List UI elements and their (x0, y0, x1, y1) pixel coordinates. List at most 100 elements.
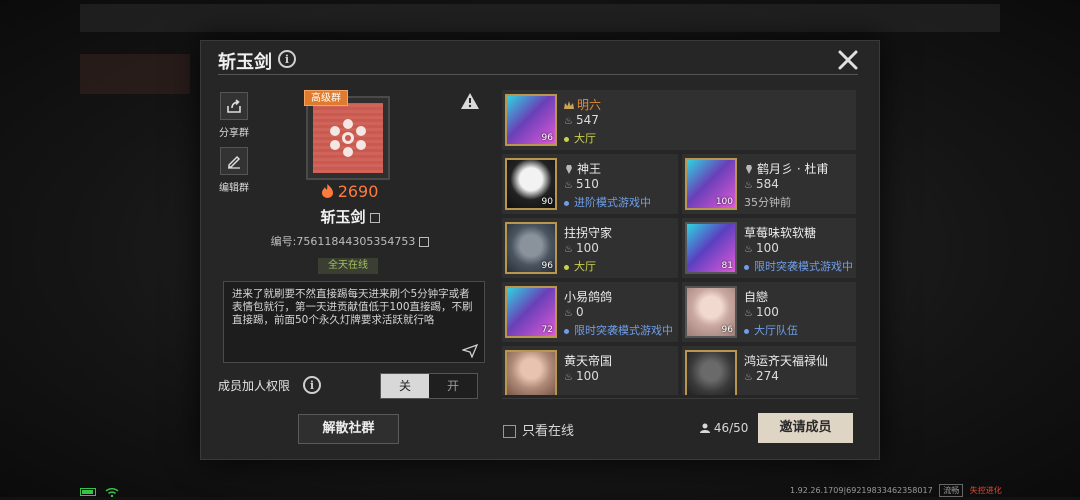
member-card[interactable]: 81 草莓味软软糖 ♨ 100 限时突袭模式游戏中 (682, 218, 856, 278)
member-card[interactable]: 90 神王 ♨ 510 进阶模式游戏中 (502, 154, 678, 214)
member-name: 自戀 (744, 290, 769, 304)
group-heat: 2690 (300, 182, 400, 201)
close-button[interactable] (836, 48, 860, 72)
dialog-title: 斩玉剑 (218, 52, 272, 73)
share-icon (227, 99, 241, 113)
member-status-row: 大厅 (564, 258, 596, 274)
report-warning-icon[interactable] (460, 92, 480, 110)
version-text: 1.92.26.1709|69219833462358017 (790, 486, 933, 495)
status-dot (564, 328, 569, 334)
member-card[interactable]: 鸿运齐天福禄仙 ♨ 274 (682, 346, 856, 395)
fluency-badge: 流畅 (939, 484, 964, 497)
member-name-row: 鹤月彡 · 杜甫 (744, 160, 828, 177)
member-heat-row: ♨ 100 (744, 305, 779, 319)
avatar: 90 (505, 158, 557, 210)
member-name-row: 黄天帝国 (564, 352, 612, 369)
member-card[interactable]: 黄天帝国 ♨ 100 (502, 346, 678, 395)
info-icon[interactable]: i (278, 50, 296, 68)
member-list[interactable]: 96 明六 ♨ 547 大厅 90 神王 ♨ 510 进阶模式游戏中 100 鹤月彡… (502, 90, 858, 395)
version-bar: 1.92.26.1709|69219833462358017 流畅 失控进化 (790, 484, 1002, 497)
member-name-row: 自戀 (744, 288, 768, 305)
member-count-value: 46/50 (713, 421, 749, 435)
member-status: 大厅队伍 (754, 324, 798, 337)
avatar: 72 (505, 286, 557, 338)
invite-members-button[interactable]: 邀请成员 (758, 413, 853, 443)
member-status: 限时突袭模式游戏中 (754, 260, 853, 273)
status-dot (744, 264, 749, 270)
member-status: 大厅 (574, 132, 596, 145)
member-heat: 100 (575, 241, 599, 255)
member-heat-row: ♨ 547 (564, 113, 599, 127)
person-icon (700, 423, 710, 433)
only-online-filter[interactable]: 只看在线 (503, 420, 574, 439)
leader-crown-icon (564, 101, 574, 109)
member-rank-icon (566, 165, 572, 174)
member-name-row: 神王 (564, 160, 601, 177)
flame-icon: ♨ (564, 372, 573, 383)
group-description-box[interactable]: 进来了就刷要不然直接踢每天进来刷个5分钟字或者表情包就行，第一天进贡献值低于10… (223, 281, 485, 363)
only-online-label: 只看在线 (522, 424, 575, 439)
member-name-row: 明六 (564, 96, 601, 113)
group-name-row: 斩玉剑 (270, 206, 430, 227)
background-list-row (80, 54, 190, 94)
member-name: 明六 (577, 98, 602, 112)
avatar: 96 (685, 286, 737, 338)
member-heat-row: ♨ 100 (564, 369, 599, 383)
member-heat-row: ♨ 510 (564, 177, 599, 191)
avatar: 96 (505, 222, 557, 274)
member-card[interactable]: 96 拄拐守家 ♨ 100 大厅 (502, 218, 678, 278)
member-heat-row: ♨ 584 (744, 177, 779, 191)
share-group-button[interactable]: 分享群 (214, 92, 254, 139)
permission-info-icon[interactable]: i (303, 376, 321, 394)
avatar: 100 (685, 158, 737, 210)
member-card[interactable]: 96 明六 ♨ 547 大厅 (502, 90, 856, 150)
member-status-row: 大厅队伍 (744, 322, 798, 338)
member-name-row: 拄拐守家 (564, 224, 612, 241)
device-status (80, 481, 119, 500)
copy-id-icon[interactable] (419, 237, 430, 247)
member-status: 限时突袭模式游戏中 (574, 324, 673, 337)
group-emblem (306, 96, 390, 180)
member-card[interactable]: 96 自戀 ♨ 100 大厅队伍 (682, 282, 856, 342)
copy-name-icon[interactable] (369, 212, 380, 223)
member-status-row: 35分钟前 (744, 194, 791, 210)
member-count: 46/50 (700, 421, 748, 435)
member-status-row: 限时突袭模式游戏中 (564, 322, 673, 338)
member-card[interactable]: 100 鹤月彡 · 杜甫 ♨ 584 35分钟前 (682, 154, 856, 214)
avatar (685, 350, 737, 395)
member-heat: 274 (755, 369, 779, 383)
member-heat-row: ♨ 100 (744, 241, 779, 255)
member-status-row: 进阶模式游戏中 (564, 194, 651, 210)
permission-off-option[interactable]: 关 (381, 374, 429, 398)
member-status: 大厅 (574, 260, 596, 273)
avatar (505, 350, 557, 395)
battery-icon (80, 488, 96, 496)
flame-icon (321, 184, 333, 198)
flame-icon: ♨ (744, 244, 753, 255)
flame-icon: ♨ (564, 116, 573, 127)
member-card[interactable]: 72 小易鸽鸽 ♨ 0 限时突袭模式游戏中 (502, 282, 678, 342)
member-heat: 547 (575, 113, 599, 127)
member-name: 草莓味软软糖 (744, 226, 817, 240)
permission-toggle[interactable]: 关 开 (380, 373, 478, 399)
member-heat: 584 (755, 177, 779, 191)
member-name: 神王 (577, 162, 602, 176)
online-hours-tag: 全天在线 (318, 258, 378, 274)
member-heat-row: ♨ 0 (564, 305, 584, 319)
member-name-row: 鸿运齐天福禄仙 (744, 352, 828, 369)
group-heat-value: 2690 (337, 182, 379, 201)
dialog-header: 斩玉剑 i (200, 40, 880, 76)
only-online-checkbox[interactable] (503, 425, 516, 438)
permission-on-option[interactable]: 开 (429, 374, 477, 398)
close-icon (838, 50, 858, 70)
dissolve-group-button[interactable]: 解散社群 (298, 414, 399, 444)
send-icon[interactable] (462, 344, 478, 358)
edit-icon (228, 155, 241, 169)
background-tab-bar (80, 4, 1000, 32)
group-description: 进来了就刷要不然直接踢每天进来刷个5分钟字或者表情包就行，第一天进贡献值低于10… (232, 288, 473, 326)
member-name-row: 草莓味软软糖 (744, 224, 816, 241)
share-group-label: 分享群 (219, 128, 249, 139)
edit-group-button[interactable]: 编辑群 (214, 147, 254, 194)
flame-icon: ♨ (744, 180, 753, 191)
status-dot (564, 200, 569, 206)
